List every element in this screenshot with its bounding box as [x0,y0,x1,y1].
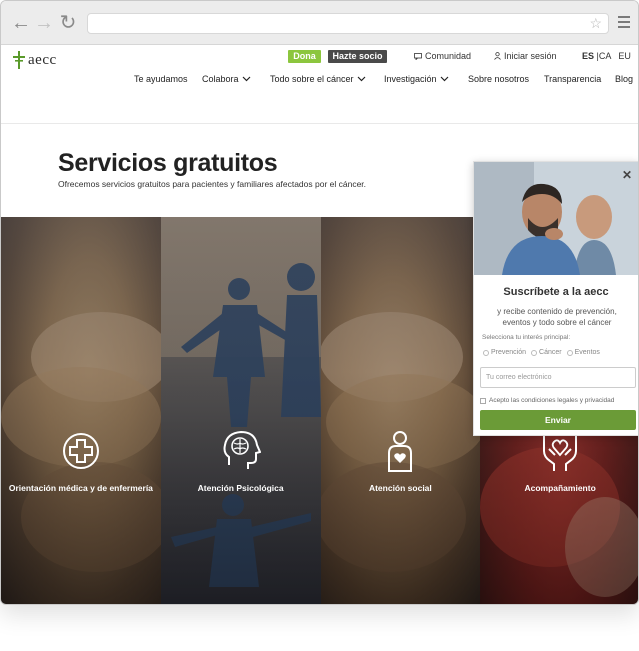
checkbox-icon[interactable] [480,397,486,404]
nav-todo-sobre-cancer[interactable]: Todo sobre el cáncer [270,74,366,84]
user-icon [494,52,501,60]
chat-bubble-icon [414,52,422,60]
card-overlay [1,217,161,604]
comunidad-label: Comunidad [425,51,472,61]
lang-es[interactable]: ES [582,51,594,61]
main-nav: Te ayudamos Colabora Todo sobre el cánce… [1,74,638,88]
browser-toolbar: ← → ↻ ☆ [1,1,638,45]
chevron-down-icon [357,76,365,82]
browser-window: ← → ↻ ☆ aecc Dona Hazte socio Comunidad [0,0,639,605]
lang-ca[interactable]: CA [599,51,611,61]
nav-label: Sobre nosotros [468,74,530,84]
top-bar: Dona Hazte socio Comunidad Iniciar sesió… [1,50,638,64]
service-label: Atención social [368,483,432,493]
send-button[interactable]: Enviar [480,410,636,430]
card-overlay [160,217,321,604]
language-switcher: ES |CA EU [582,51,631,61]
nav-label: Te ayudamos [134,74,188,84]
service-label: Acompañamiento [524,483,596,493]
option-label: Prevención [491,349,527,356]
service-label: Atención Psicológica [197,483,284,493]
nav-label: Colabora [202,74,239,84]
bookmark-star-icon[interactable]: ☆ [589,15,602,32]
service-card-psychological[interactable]: Atención Psicológica [160,217,321,604]
nav-transparencia[interactable]: Transparencia [544,74,601,84]
radio-icon [566,349,573,356]
service-card-social[interactable]: Atención social [320,217,481,604]
couple-photo [474,162,638,275]
page-title: Servicios gratuitos [58,149,278,177]
accept-label: Acepto las condiciones legales y privaci… [489,397,615,404]
option-eventos[interactable]: Eventos [566,349,600,356]
nav-investigacion[interactable]: Investigación [384,74,449,84]
popup-description: y recibe contenido de prevención, evento… [497,307,617,327]
lang-eu[interactable]: EU [618,51,631,61]
hazte-socio-button[interactable]: Hazte socio [328,50,387,63]
brain-head-icon [223,430,261,469]
interest-options: Prevención Cáncer Eventos [483,349,600,356]
medical-cross-icon [62,433,99,469]
service-card-medical[interactable]: Orientación médica y de enfermería [1,217,161,604]
chevron-down-icon [242,76,250,82]
newsletter-popup: ✕ Suscríbete a la aecc y recibe contenid… [473,161,638,436]
accept-terms[interactable]: Acepto las condiciones legales y privaci… [480,397,614,404]
nav-te-ayudamos[interactable]: Te ayudamos [134,74,188,84]
radio-icon [531,349,538,356]
nav-sobre-nosotros[interactable]: Sobre nosotros [468,74,529,84]
option-label: Eventos [574,349,600,356]
option-prevencion[interactable]: Prevención [483,349,526,356]
popup-title: Suscríbete a la aecc [503,286,609,298]
card-overlay [320,217,481,604]
site-header: aecc Dona Hazte socio Comunidad Iniciar … [1,45,638,124]
nav-label: Investigación [384,74,437,84]
radio-icon [483,349,489,356]
interest-label: Selecciona tu interés principal: [482,334,571,341]
address-bar[interactable]: ☆ [87,13,609,34]
popup-photo: ✕ [474,162,638,275]
dona-button[interactable]: Dona [288,50,321,63]
reload-icon[interactable]: ↻ [57,12,79,34]
nav-label: Blog [615,74,634,84]
page-subtitle: Ofrecemos servicios gratuitos para pacie… [58,179,367,189]
nav-label: Transparencia [544,74,602,84]
option-cancer[interactable]: Cáncer [531,349,562,356]
nav-blog[interactable]: Blog [615,74,633,84]
browser-menu-icon[interactable] [618,16,630,31]
back-arrow-icon[interactable]: ← [10,12,32,34]
option-label: Cáncer [539,349,562,356]
forward-arrow-icon[interactable]: → [33,12,55,34]
login-label: Iniciar sesión [504,51,557,61]
close-icon[interactable]: ✕ [622,169,632,181]
nav-colabora[interactable]: Colabora [202,74,251,84]
comunidad-link[interactable]: Comunidad [414,51,471,61]
login-link[interactable]: Iniciar sesión [494,51,557,61]
service-label: Orientación médica y de enfermería [8,483,153,493]
person-heart-icon [388,431,413,472]
chevron-down-icon [440,76,448,82]
nav-label: Todo sobre el cáncer [270,74,354,84]
email-field[interactable]: Tu correo electrónico [480,367,636,388]
